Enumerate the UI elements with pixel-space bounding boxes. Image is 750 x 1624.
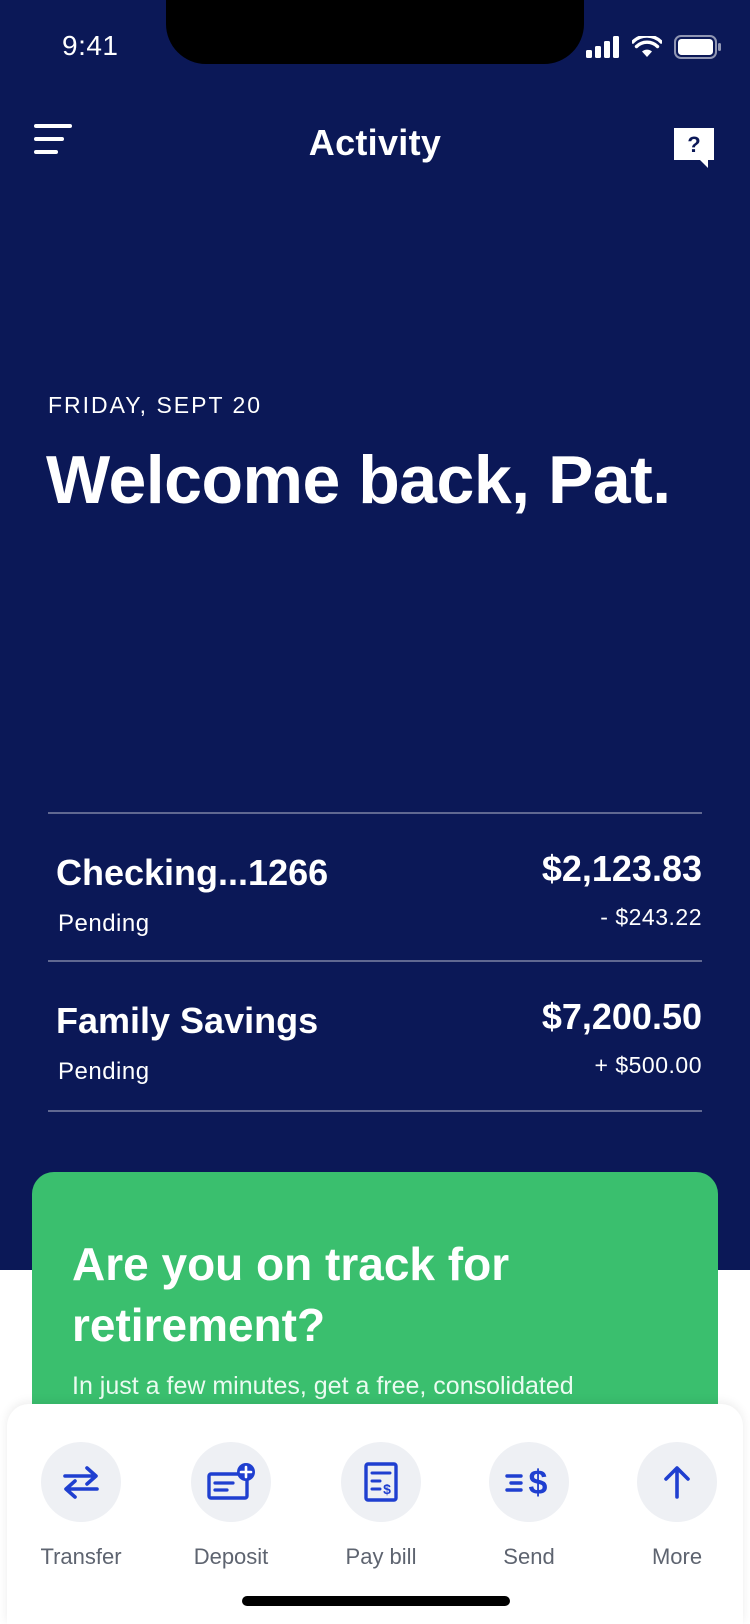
pay-bill-button[interactable]: $ Pay bill <box>311 1442 451 1572</box>
transfer-button[interactable]: Transfer <box>11 1442 151 1572</box>
app-screen: 9:41 Activity ? FRIDAY, SEPT 20 Welcome … <box>0 0 750 1624</box>
pending-amount: + $500.00 <box>594 1052 702 1078</box>
svg-text:$: $ <box>383 1481 391 1497</box>
status-time: 9:41 <box>62 30 119 61</box>
divider <box>48 1110 702 1112</box>
home-indicator[interactable] <box>242 1596 510 1606</box>
signal-icon <box>586 36 619 58</box>
deposit-check-icon <box>207 1463 255 1500</box>
quick-actions-bar: Transfer Deposit $ Pay bill $ Send More <box>7 1404 743 1624</box>
action-label: Pay bill <box>345 1544 417 1569</box>
account-row-checking[interactable]: Checking...1266 Pending $2,123.83 - $243… <box>48 814 702 960</box>
send-money-icon: $ <box>505 1464 548 1500</box>
promo-title: Are you on track for retirement? <box>72 1238 510 1351</box>
send-button[interactable]: $ Send <box>459 1442 599 1572</box>
account-status: Pending <box>58 910 150 937</box>
account-row-savings[interactable]: Family Savings Pending $7,200.50 + $500.… <box>48 962 702 1108</box>
battery-icon <box>674 35 721 59</box>
top-nav: Activity ? <box>0 110 750 180</box>
account-status: Pending <box>58 1058 150 1085</box>
transfer-icon-circle <box>41 1442 121 1522</box>
account-name: Checking...1266 <box>56 852 329 893</box>
welcome-heading: Welcome back, Pat. <box>46 442 671 518</box>
account-balance: $7,200.50 <box>541 996 702 1037</box>
page-title: Activity <box>308 122 442 163</box>
svg-text:$: $ <box>529 1464 548 1500</box>
svg-text:?: ? <box>687 132 700 157</box>
wifi-icon <box>632 36 662 57</box>
action-label: Transfer <box>40 1544 122 1569</box>
action-label: Send <box>503 1544 555 1569</box>
action-label: More <box>651 1544 703 1569</box>
account-name: Family Savings <box>56 1000 319 1041</box>
action-label: Deposit <box>193 1544 269 1569</box>
deposit-button[interactable]: Deposit <box>161 1442 301 1572</box>
device-notch <box>166 0 584 64</box>
arrow-up-icon <box>664 1466 690 1499</box>
more-icon-circle <box>637 1442 717 1522</box>
more-button[interactable]: More <box>607 1442 747 1572</box>
bill-icon: $ <box>364 1462 398 1502</box>
current-date: FRIDAY, SEPT 20 <box>48 392 263 418</box>
account-balance: $2,123.83 <box>541 848 702 889</box>
status-icons <box>586 34 722 60</box>
transfer-arrows-icon <box>63 1466 99 1499</box>
help-chat-icon[interactable]: ? <box>672 126 716 170</box>
promo-body: In just a few minutes, get a free, conso… <box>72 1372 574 1400</box>
pay-bill-icon-circle: $ <box>341 1442 421 1522</box>
send-icon-circle: $ <box>489 1442 569 1522</box>
pending-amount: - $243.22 <box>600 904 702 930</box>
deposit-icon-circle <box>191 1442 271 1522</box>
